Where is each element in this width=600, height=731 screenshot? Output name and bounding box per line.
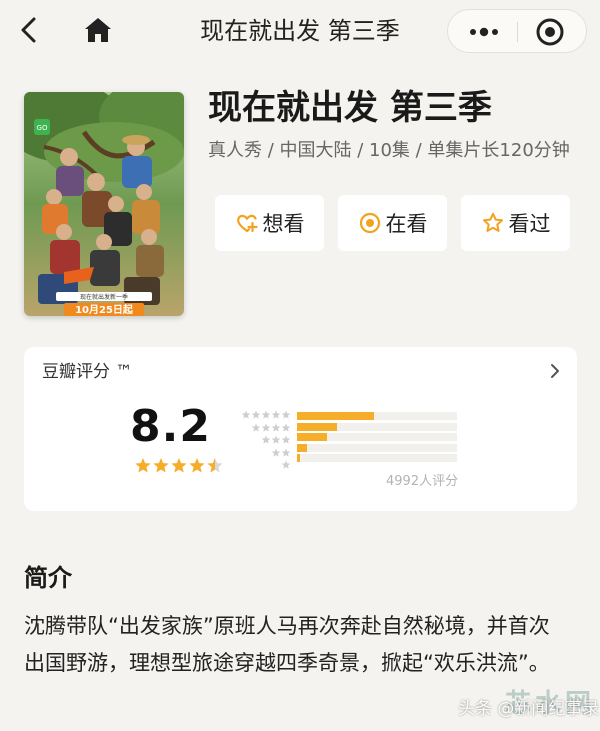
distribution-bar-fill [297,454,301,462]
home-icon [85,18,111,42]
small-star-icon [281,448,291,457]
more-button[interactable] [464,17,504,47]
small-star-icon [271,448,281,457]
small-star-icon [271,410,281,419]
poster-date-text: 10月25日起 [75,303,134,316]
watching-label: 在看 [385,212,428,236]
show-meta: 真人秀 / 中国大陆 / 10集 / 单集片长120分钟 [208,140,570,161]
svg-text:GO: GO [37,124,48,132]
distribution-bar-fill [297,433,328,441]
chevron-right-icon[interactable] [547,361,563,381]
miniapp-capsule [447,9,587,53]
chevron-left-icon [21,17,36,43]
distribution-stars-1 [239,460,291,473]
distribution-bar-fill [297,422,337,431]
target-icon [359,212,380,234]
rating-card[interactable]: 豆瓣评分 ™ 8.2 4992人评分 [24,347,577,511]
nav-title: 现在就出发 第三季 [200,17,400,45]
record-circle-icon [536,18,564,46]
score-star-icon [153,458,169,473]
rating-distribution-bars [297,410,457,465]
distribution-stars-3 [239,435,291,448]
watched-label: 看过 [508,212,551,236]
distribution-stars-5 [239,410,291,423]
distribution-stars-4 [239,423,291,436]
home-button[interactable] [82,14,114,46]
top-nav-bar: 现在就出发 第三季 [0,0,600,64]
distribution-stars-2 [239,448,291,461]
small-star-icon [251,423,261,432]
small-star-icon [261,410,271,419]
heart-plus-icon [236,214,258,233]
want-to-watch-button[interactable]: 想看 [215,195,324,251]
small-star-icon [261,423,271,432]
distribution-bar-fill [297,412,374,420]
poster-image: GO 现在就出发新一季 10月25日起 [24,92,184,316]
show-poster[interactable]: GO 现在就出发新一季 10月25日起 [24,92,184,316]
rating-score: 8.2 [130,401,211,452]
intro-heading: 简介 [24,564,72,592]
want-to-watch-label: 想看 [262,212,305,236]
small-star-icon [241,410,251,419]
watched-button[interactable]: 看过 [461,195,570,251]
poster-badge-text: 现在就出发新一季 [80,293,128,301]
small-star-icon [281,423,291,432]
small-star-icon [251,410,261,419]
intro-text: 沈腾带队“出发家族”原班人马再次奔赴自然秘境，并首次出国野游，理想型旅途穿越四季… [24,614,550,675]
distribution-bar-1 [297,454,457,462]
distribution-bar-3 [297,433,457,441]
watermark-text: 头条 @新闻纪事录 [458,699,600,719]
score-star-icon [189,458,205,473]
small-star-icon [281,410,291,419]
score-star-icon [207,458,223,473]
small-star-icon [281,460,291,469]
small-star-icon [271,435,281,444]
star-outline-icon [482,212,503,232]
distribution-bar-4 [297,422,457,431]
vote-count: 4992人评分 [386,474,459,489]
back-button[interactable] [14,14,46,46]
distribution-bar-5 [297,412,457,420]
watching-button[interactable]: 在看 [338,195,447,251]
rating-label: 豆瓣评分 ™ [42,362,133,382]
capsule-divider [517,22,518,42]
score-star-icon [171,458,187,473]
distribution-bar-2 [297,443,457,452]
distribution-star-labels [239,410,291,473]
small-star-icon [261,435,271,444]
score-stars [135,458,223,473]
more-dots-icon [470,27,498,37]
close-miniapp-button[interactable] [534,16,566,48]
score-star-icon [135,458,151,473]
show-title: 现在就出发 第三季 [208,88,492,128]
small-star-icon [281,435,291,444]
small-star-icon [271,423,281,432]
distribution-bar-fill [297,443,307,452]
